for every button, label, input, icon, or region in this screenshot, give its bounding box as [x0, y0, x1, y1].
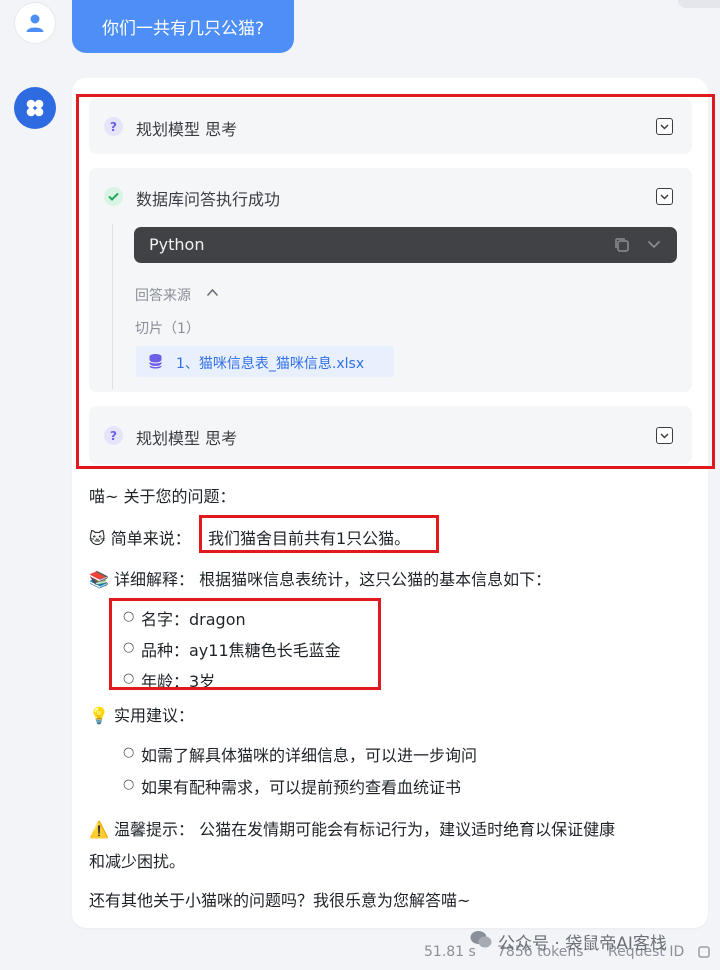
detail-line: 📚 详细解释： 根据猫咪信息表统计，这只公猫的基本信息如下：: [89, 566, 551, 590]
clover-icon: [26, 99, 44, 117]
wechat-icon: [470, 931, 492, 948]
summary-line: 🐱 简单来说：: [89, 525, 191, 549]
bot-avatar: [14, 87, 56, 129]
tip-text: 公猫在发情期可能会有标记行为，建议适时绝育以保证健康: [199, 820, 616, 839]
duration-stat: 51.81 s: [424, 944, 476, 960]
books-icon: 📚: [89, 570, 109, 589]
answer-closing: 还有其他关于小猫咪的问题吗？我很乐意为您解答喵~: [89, 891, 471, 910]
detail-label: 详细解释：: [114, 570, 195, 589]
tip-text-continued: 和减少困扰。: [89, 852, 186, 871]
bullet: ○: [123, 745, 135, 760]
highlight-box-details: [109, 598, 381, 690]
advice-label: 实用建议：: [114, 706, 195, 725]
tip-label: 温馨提示：: [114, 820, 195, 839]
advice-item: 如果有配种需求，可以提前预约查看血统证书: [141, 778, 462, 797]
summary-label: 简单来说：: [110, 529, 191, 548]
watermark: 公众号 · 袋鼠帝AI客栈: [470, 929, 667, 954]
bullet: ○: [123, 777, 135, 792]
watermark-text: 公众号 · 袋鼠帝AI客栈: [498, 934, 667, 954]
detail-text: 根据猫咪信息表统计，这只公猫的基本信息如下：: [199, 570, 552, 589]
user-avatar: [15, 3, 55, 43]
copy-icon[interactable]: [698, 946, 710, 958]
warning-icon: ⚠️: [89, 820, 109, 839]
user-icon: [26, 14, 44, 32]
advice-item: 如需了解具体猫咪的详细信息，可以进一步询问: [141, 746, 478, 765]
user-message-bubble: 你们一共有几只公猫?: [72, 0, 294, 53]
top-right-edge: [678, 0, 720, 8]
advice-line: 💡 实用建议：: [89, 702, 194, 726]
lightbulb-icon: 💡: [89, 706, 109, 725]
answer-greeting: 喵~ 关于您的问题：: [89, 487, 236, 506]
tip-line: ⚠️ 温馨提示： 公猫在发情期可能会有标记行为，建议适时绝育以保证健康: [89, 816, 615, 840]
highlight-box-steps: [76, 94, 715, 469]
user-question: 你们一共有几只公猫?: [101, 19, 265, 39]
cat-icon: 🐱: [89, 529, 106, 548]
highlight-box-summary: [199, 515, 439, 553]
